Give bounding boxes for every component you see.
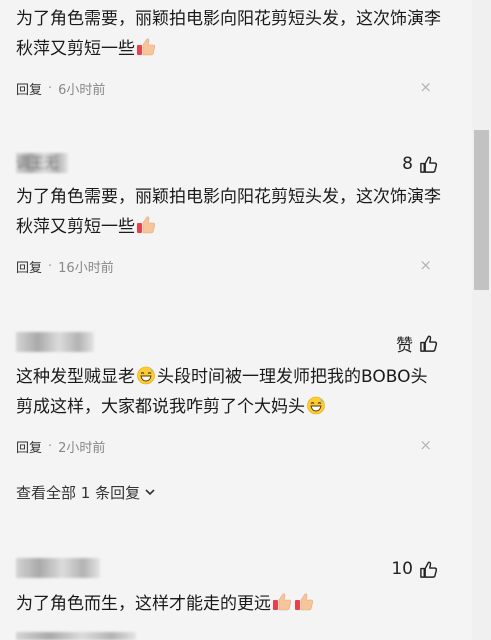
blurred-username: [16, 332, 94, 352]
thumbs-up-icon: [420, 156, 438, 173]
close-icon[interactable]: ×: [419, 436, 432, 454]
close-icon[interactable]: ×: [419, 256, 432, 274]
close-icon[interactable]: ×: [419, 78, 432, 96]
comment-text: 为了角色而生，这样才能走的更远: [16, 589, 444, 619]
comment-header: 调王无 8: [16, 151, 438, 177]
like-count: 8: [402, 154, 413, 174]
reply-button[interactable]: 回复: [16, 257, 42, 276]
comment-header: 10: [16, 556, 438, 582]
grinning-sweat-emoji-icon: [307, 396, 325, 415]
scrollbar-track[interactable]: [472, 0, 491, 640]
thumbs-up-emoji-icon: [137, 216, 155, 234]
reply-button[interactable]: 回复: [16, 79, 42, 98]
comment-text: 为了角色需要，丽颖拍电影向阳花剪短头发，这次饰演李秋萍又剪短一些: [16, 187, 441, 237]
comment-time: 16小时前: [58, 260, 114, 276]
thumbs-up-icon: [420, 335, 438, 352]
thumbs-up-icon: [420, 561, 438, 578]
comment-meta: 回复 · 16小时前: [16, 256, 436, 276]
comment-meta: 回复 · 2小时前: [16, 436, 436, 456]
like-button[interactable]: 8: [402, 151, 438, 177]
thumbs-up-emoji-icon: [295, 593, 313, 611]
comment-time: 2小时前: [58, 440, 106, 456]
comment-meta: 回复 · 6小时前: [16, 78, 436, 98]
comment-header: 赞: [16, 330, 438, 356]
like-count: 赞: [396, 335, 413, 356]
blurred-username: [16, 558, 100, 578]
comment-feed: 为了角色需要，丽颖拍电影向阳花剪短头发，这次饰演李秋萍又剪短一些 回复 · 6小…: [0, 0, 472, 640]
comment-text: 这种发型贼显老 头段时间被一理发师把我的BOBO头剪成这样，大家都说我咋剪了个大妈…: [16, 366, 428, 417]
separator: ·: [48, 438, 53, 454]
separator: ·: [48, 258, 53, 274]
username: 调王无: [16, 156, 58, 172]
separator: ·: [48, 80, 53, 96]
comment-time: 6小时前: [58, 82, 106, 98]
comment-text: 为了角色需要，丽颖拍电影向阳花剪短头发，这次饰演李秋萍又剪短一些: [16, 9, 441, 59]
grinning-sweat-emoji-icon: [137, 366, 155, 385]
next-comment-blur: [16, 632, 136, 640]
reply-button[interactable]: 回复: [16, 437, 42, 456]
view-all-replies-label: 查看全部 1 条回复: [16, 483, 141, 502]
chevron-down-icon: [145, 489, 155, 496]
thumbs-up-emoji-icon: [137, 38, 155, 56]
scrollbar-thumb[interactable]: [474, 130, 489, 290]
thumbs-up-emoji-icon: [273, 593, 291, 611]
like-button[interactable]: 10: [391, 556, 438, 582]
like-count: 10: [391, 559, 413, 579]
like-button[interactable]: 赞: [396, 330, 438, 356]
view-all-replies-button[interactable]: 查看全部 1 条回复: [16, 481, 156, 503]
